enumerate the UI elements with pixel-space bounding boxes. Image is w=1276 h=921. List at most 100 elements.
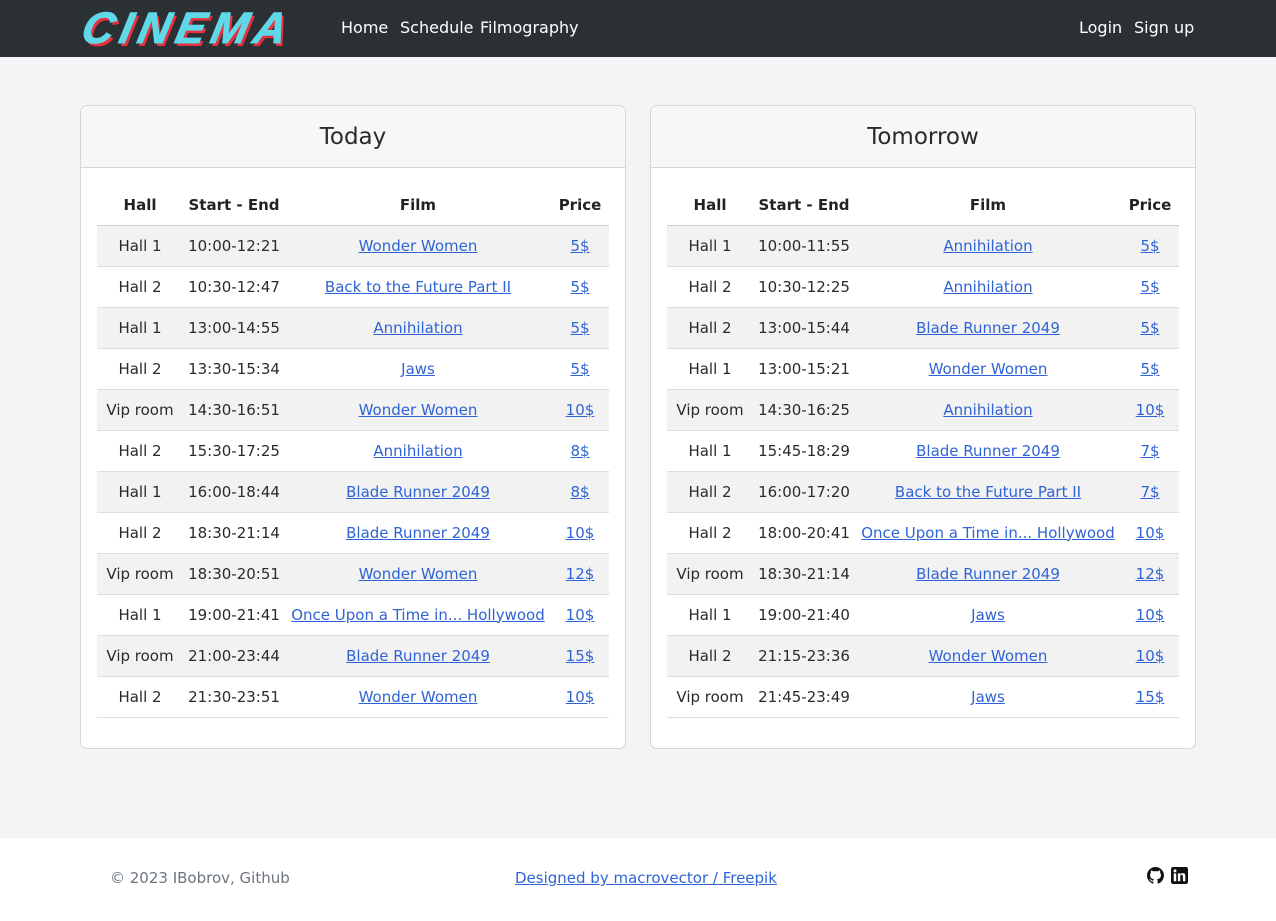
hall-cell: Hall 1 [97,225,183,267]
price-link[interactable]: 5$ [1140,237,1159,255]
film-link[interactable]: Blade Runner 2049 [916,319,1060,337]
film-cell: Once Upon a Time in... Hollywood [855,512,1121,554]
price-cell: 10$ [551,594,609,636]
film-cell: Blade Runner 2049 [855,553,1121,595]
price-link[interactable]: 8$ [570,442,589,460]
price-cell: 10$ [1121,594,1179,636]
table-row: Vip room 18:30-21:14 Blade Runner 2049 12$ [667,553,1179,595]
film-link[interactable]: Back to the Future Part II [325,278,511,296]
cinema-logo[interactable]: CINEMA CINEMA [80,4,312,52]
nav-filmography-link[interactable]: Filmography [480,18,579,37]
table-row: Vip room 14:30-16:51 Wonder Women 10$ [97,389,609,431]
nav-home-link[interactable]: Home [341,18,388,37]
film-cell: Wonder Women [855,348,1121,390]
hall-cell: Hall 1 [97,471,183,513]
price-cell: 10$ [551,389,609,431]
table-row: Hall 2 10:30-12:47 Back to the Future Part… [97,266,609,308]
film-link[interactable]: Wonder Women [929,647,1048,665]
film-link[interactable]: Wonder Women [929,360,1048,378]
price-link[interactable]: 7$ [1140,483,1159,501]
film-link[interactable]: Jaws [971,606,1005,624]
price-link[interactable]: 10$ [566,401,595,419]
film-cell: Annihilation [855,225,1121,267]
time-cell: 18:30-21:14 [753,553,855,595]
film-link[interactable]: Blade Runner 2049 [916,565,1060,583]
film-link[interactable]: Wonder Women [359,237,478,255]
price-link[interactable]: 5$ [570,360,589,378]
time-cell: 16:00-18:44 [183,471,285,513]
price-link[interactable]: 5$ [1140,319,1159,337]
nav-schedule-link[interactable]: Schedule [400,18,474,37]
hall-cell: Hall 2 [667,471,753,513]
time-cell: 16:00-17:20 [753,471,855,513]
price-link[interactable]: 7$ [1140,442,1159,460]
column-header-time: Start - End [183,185,285,226]
hall-cell: Hall 1 [97,594,183,636]
hall-cell: Hall 1 [667,225,753,267]
price-link[interactable]: 5$ [570,237,589,255]
price-link[interactable]: 12$ [566,565,595,583]
price-cell: 7$ [1121,430,1179,472]
film-cell: Blade Runner 2049 [285,512,551,554]
film-link[interactable]: Annihilation [943,237,1032,255]
film-link[interactable]: Annihilation [943,278,1032,296]
film-link[interactable]: Once Upon a Time in... Hollywood [291,606,545,624]
table-row: Vip room 14:30-16:25 Annihilation 10$ [667,389,1179,431]
price-link[interactable]: 15$ [566,647,595,665]
hall-cell: Hall 2 [667,307,753,349]
film-link[interactable]: Annihilation [373,319,462,337]
film-cell: Jaws [855,594,1121,636]
price-link[interactable]: 10$ [1136,606,1165,624]
github-icon[interactable] [1147,867,1164,884]
film-link[interactable]: Blade Runner 2049 [346,524,490,542]
linkedin-icon[interactable] [1171,867,1188,884]
price-link[interactable]: 12$ [1136,565,1165,583]
film-cell: Annihilation [285,430,551,472]
film-link[interactable]: Annihilation [373,442,462,460]
freepik-credit-link[interactable]: Designed by macrovector / Freepik [515,869,777,887]
price-cell: 5$ [551,266,609,308]
time-cell: 15:30-17:25 [183,430,285,472]
film-link[interactable]: Wonder Women [359,401,478,419]
price-link[interactable]: 5$ [570,319,589,337]
table-row: Hall 1 15:45-18:29 Blade Runner 2049 7$ [667,430,1179,472]
film-link[interactable]: Blade Runner 2049 [346,647,490,665]
price-link[interactable]: 15$ [1136,688,1165,706]
film-link[interactable]: Annihilation [943,401,1032,419]
price-link[interactable]: 5$ [570,278,589,296]
price-link[interactable]: 10$ [566,606,595,624]
film-link[interactable]: Wonder Women [359,688,478,706]
table-row: Hall 1 10:00-11:55 Annihilation 5$ [667,225,1179,267]
price-link[interactable]: 10$ [1136,647,1165,665]
login-link[interactable]: Login [1079,18,1122,37]
hall-cell: Hall 1 [667,348,753,390]
film-link[interactable]: Blade Runner 2049 [916,442,1060,460]
navbar: CINEMA CINEMA Home Schedule Filmography … [0,0,1276,57]
price-link[interactable]: 10$ [1136,524,1165,542]
hall-cell: Vip room [667,553,753,595]
price-link[interactable]: 10$ [566,524,595,542]
film-link[interactable]: Jaws [401,360,435,378]
price-link[interactable]: 10$ [1136,401,1165,419]
card-title: Tomorrow [651,106,1195,168]
film-cell: Back to the Future Part II [855,471,1121,513]
column-header-time: Start - End [753,185,855,226]
film-link[interactable]: Once Upon a Time in... Hollywood [861,524,1115,542]
film-cell: Blade Runner 2049 [855,307,1121,349]
film-link[interactable]: Blade Runner 2049 [346,483,490,501]
price-link[interactable]: 10$ [566,688,595,706]
price-link[interactable]: 5$ [1140,360,1159,378]
signup-link[interactable]: Sign up [1134,18,1194,37]
time-cell: 21:45-23:49 [753,676,855,718]
film-cell: Annihilation [855,266,1121,308]
price-link[interactable]: 8$ [570,483,589,501]
price-cell: 5$ [551,225,609,267]
time-cell: 21:15-23:36 [753,635,855,677]
price-link[interactable]: 5$ [1140,278,1159,296]
hall-cell: Hall 2 [97,676,183,718]
film-link[interactable]: Back to the Future Part II [895,483,1081,501]
film-cell: Wonder Women [285,553,551,595]
film-link[interactable]: Jaws [971,688,1005,706]
time-cell: 21:00-23:44 [183,635,285,677]
film-link[interactable]: Wonder Women [359,565,478,583]
